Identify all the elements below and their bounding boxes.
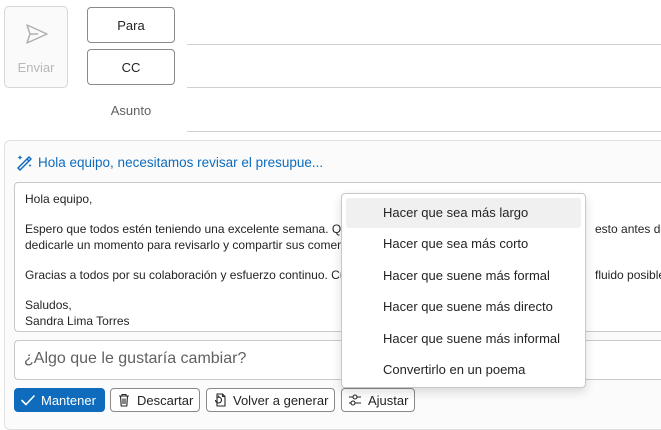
menu-item-direct[interactable]: Hacer que suene más directo [346,292,581,322]
trash-icon [115,391,133,409]
menu-item-informal[interactable]: Hacer que suene más informal [346,324,581,354]
to-button[interactable]: Para [87,7,175,43]
copilot-pen-icon [17,155,32,171]
draft-greeting: Hola equipo, [25,192,93,206]
draft-line-tail: fluido posible. [595,268,661,282]
menu-item-poem[interactable]: Convertirlo en un poema [346,355,581,385]
adjust-menu: Hacer que sea más largo Hacer que sea má… [341,193,586,388]
subject-field-line[interactable] [187,131,661,132]
adjust-button[interactable]: Ajustar [341,388,416,412]
sliders-icon [346,391,364,409]
checkmark-icon [19,391,37,409]
send-label: Enviar [17,60,55,75]
regenerate-icon [211,391,229,409]
draft-line: dedicarle un momento para revisarlo y co… [25,238,358,252]
draft-line-tail: esto antes del v [595,222,661,236]
to-field-line[interactable] [187,44,661,45]
send-icon [26,24,48,44]
menu-item-longer[interactable]: Hacer que sea más largo [346,198,581,228]
send-button[interactable]: Enviar [4,6,68,88]
subject-label: Asunto [110,103,152,118]
adjust-label: Ajustar [368,392,409,408]
keep-button[interactable]: Mantener [14,388,105,412]
menu-item-formal[interactable]: Hacer que suene más formal [346,261,581,291]
regenerate-button[interactable]: Volver a generar [206,388,336,412]
regenerate-label: Volver a generar [233,392,329,408]
draft-line: Espero que todos estén teniendo una exce… [25,222,369,236]
discard-button[interactable]: Descartar [110,388,201,412]
cc-button[interactable]: CC [87,49,175,85]
draft-signature: Sandra Lima Torres [25,314,130,328]
keep-label: Mantener [41,392,96,408]
menu-item-shorter[interactable]: Hacer que sea más corto [346,229,581,259]
cc-field-line[interactable] [187,87,661,88]
discard-label: Descartar [137,392,194,408]
draft-signoff: Saludos, [25,298,72,312]
draft-line: Gracias a todos por su colaboración y es… [25,268,364,282]
copilot-prompt-title[interactable]: Hola equipo, necesitamos revisar el pres… [38,155,323,170]
